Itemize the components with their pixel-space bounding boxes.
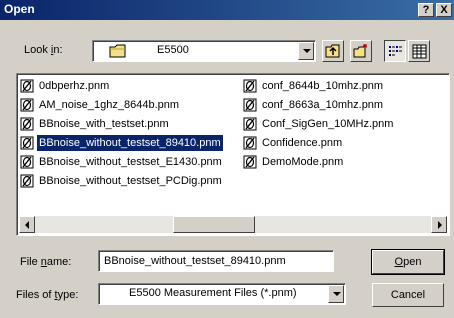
folder-icon [109,44,126,58]
pnm-file-icon [20,155,34,169]
new-folder-icon [353,44,367,58]
file-item-label: Conf_SigGen_10MHz.pnm [262,118,394,130]
file-type-label: Files of type: [16,289,79,301]
look-in-dropdown-arrow[interactable] [298,42,314,60]
scroll-left-button[interactable] [19,216,35,233]
file-type-dropdown-arrow[interactable] [328,285,344,303]
pnm-file-icon [20,136,34,150]
scroll-right-button[interactable] [431,216,447,233]
pnm-file-icon [243,79,257,93]
title-bar: Open ? X [0,0,454,20]
file-item-label: BBnoise_with_testset.pnm [39,118,169,130]
scroll-thumb[interactable] [173,216,255,233]
details-view-icon [412,44,427,59]
file-list[interactable]: 0dbperhz.pnm AM_noise_1ghz_8644b.pnm BBnoi… [16,73,450,236]
open-button[interactable]: Open [371,249,445,275]
look-in-label: Look in: [24,44,63,56]
file-name-label: File name: [20,256,72,268]
look-in-dropdown[interactable]: E5500 [92,40,316,62]
dialog-title: Open [4,2,35,16]
pnm-file-icon [20,174,34,188]
look-in-value: E5500 [157,44,189,56]
file-type-value: E5500 Measurement Files (*.pnm) [129,287,297,299]
pnm-file-icon [243,155,257,169]
arrow-right-icon [438,221,442,229]
file-item-label: Confidence.pnm [262,137,343,149]
pnm-file-icon [20,79,34,93]
help-button[interactable]: ? [418,3,434,17]
up-folder-icon [325,44,340,58]
list-view-button[interactable] [384,40,406,62]
close-button[interactable]: X [436,3,452,17]
pnm-file-icon [243,136,257,150]
file-item-label: conf_8663a_10mhz.pnm [262,99,384,111]
file-item-label: AM_noise_1ghz_8644b.pnm [39,99,180,111]
list-view-icon [389,46,402,56]
up-folder-button[interactable] [322,40,344,62]
file-item-label: BBnoise_without_testset_89410.pnm [36,134,224,152]
file-item-label: BBnoise_without_testset_E1430.pnm [39,156,222,168]
pnm-file-icon [20,117,34,131]
file-name-input[interactable]: BBnoise_without_testset_89410.pnm [98,250,334,272]
file-item-label: BBnoise_without_testset_PCDig.pnm [39,175,222,187]
file-type-dropdown[interactable]: E5500 Measurement Files (*.pnm) [98,283,346,305]
file-item-label: DemoMode.pnm [262,156,344,168]
pnm-file-icon [243,98,257,112]
pnm-file-icon [20,98,34,112]
file-item-label: 0dbperhz.pnm [39,80,110,92]
details-view-button[interactable] [408,40,430,62]
arrow-left-icon [25,221,29,229]
file-item-label: conf_8644b_10mhz.pnm [262,80,384,92]
pnm-file-icon [243,117,257,131]
horizontal-scrollbar[interactable] [19,216,447,233]
new-folder-button[interactable] [350,40,372,62]
cancel-button[interactable]: Cancel [372,283,444,307]
